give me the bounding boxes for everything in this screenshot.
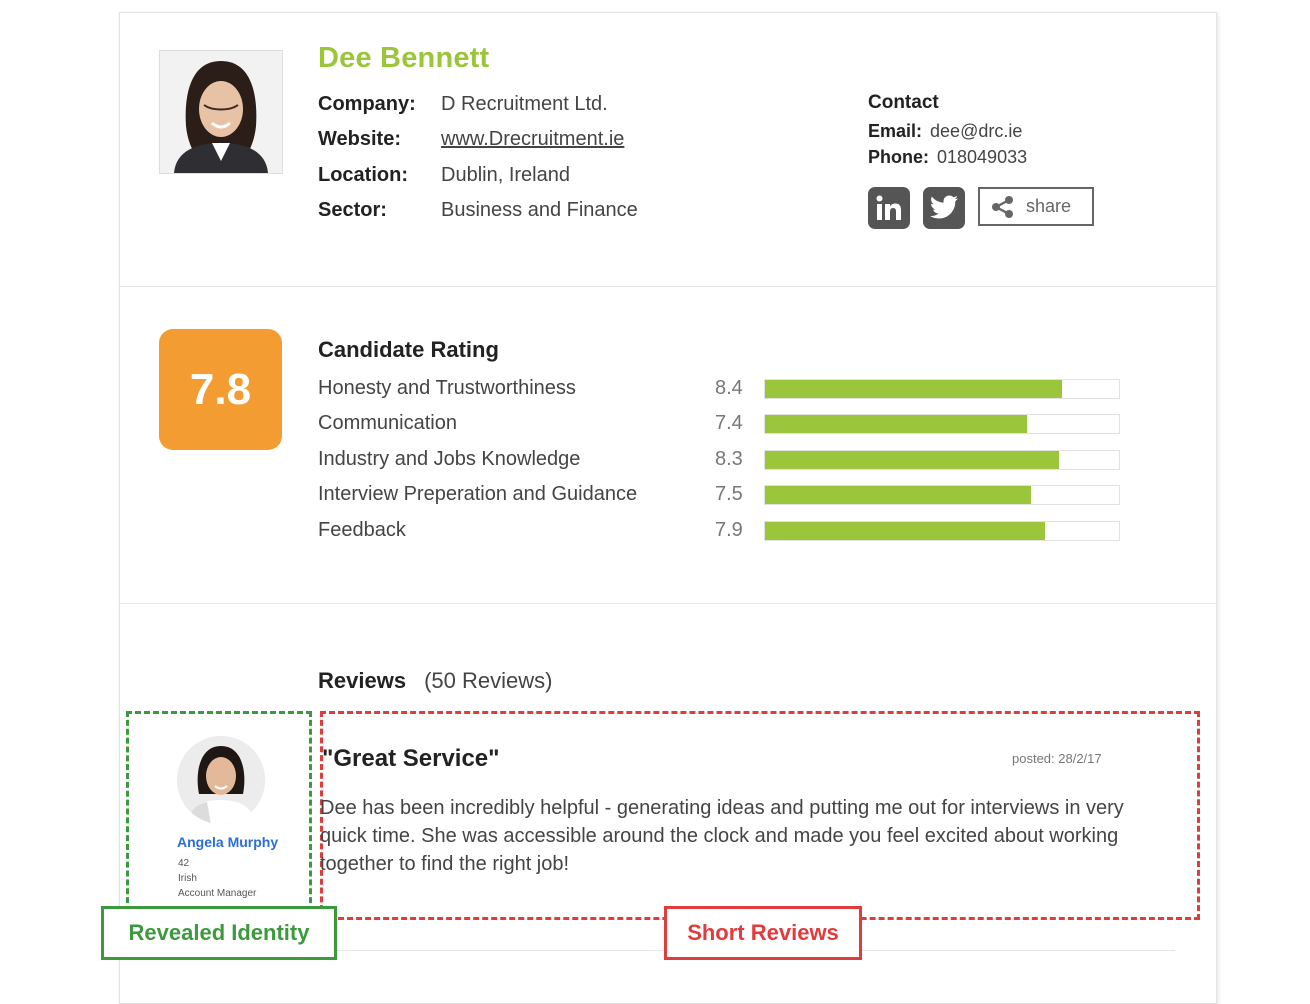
sector-label: Sector: <box>318 199 387 221</box>
reviewer-role: Account Manager <box>178 888 257 899</box>
reviewer-nationality: Irish <box>178 873 197 884</box>
linkedin-icon[interactable] <box>868 187 910 229</box>
rating-bar-track <box>764 521 1120 541</box>
rating-bar-track <box>764 450 1120 470</box>
email-label: Email: <box>868 121 923 141</box>
share-icon <box>992 195 1013 218</box>
reviewer-name[interactable]: Angela Murphy <box>177 834 278 850</box>
profile-photo <box>159 50 283 174</box>
phone-value: 018049033 <box>937 147 1028 167</box>
rating-bar-track <box>764 379 1120 399</box>
rating-bar-fill <box>765 415 1027 433</box>
company-value: D Recruitment Ltd. <box>441 93 608 115</box>
review-body: Dee has been incredibly helpful - genera… <box>320 797 1124 875</box>
rating-bar-fill <box>765 522 1045 540</box>
rating-title: Candidate Rating <box>318 337 499 362</box>
share-button[interactable]: share <box>978 187 1094 226</box>
website-row: Website: www.Drecruitment.ie <box>318 128 624 151</box>
rating-value: 7.5 <box>715 483 743 505</box>
reviews-header: Reviews (50 Reviews) <box>318 668 552 694</box>
rating-bar-track <box>764 414 1120 434</box>
rating-row: Communication 7.4 <box>318 409 1148 439</box>
rating-value: 8.4 <box>715 377 743 399</box>
short-reviews-label: Short Reviews <box>664 906 862 960</box>
rating-value: 8.3 <box>715 448 743 470</box>
twitter-icon[interactable] <box>923 187 965 229</box>
review-title: "Great Service" <box>322 745 500 772</box>
phone-row: Phone: 018049033 <box>868 147 1027 168</box>
location-value: Dublin, Ireland <box>441 164 570 186</box>
rating-value: 7.9 <box>715 519 743 541</box>
section-divider <box>119 603 1217 604</box>
rating-label: Honesty and Trustworthiness <box>318 377 576 399</box>
location-row: Location: Dublin, Ireland <box>318 164 570 187</box>
location-label: Location: <box>318 164 408 186</box>
rating-row: Industry and Jobs Knowledge 8.3 <box>318 445 1148 475</box>
website-label: Website: <box>318 128 401 150</box>
rating-bar-fill <box>765 451 1059 469</box>
reviewer-age: 42 <box>178 858 190 869</box>
rating-bar-fill <box>765 486 1031 504</box>
rating-row: Interview Preperation and Guidance 7.5 <box>318 480 1148 510</box>
phone-label: Phone: <box>868 147 929 167</box>
share-label: share <box>1026 196 1072 216</box>
reviewer-avatar <box>177 736 265 824</box>
rating-label: Feedback <box>318 519 406 541</box>
section-divider <box>119 286 1217 287</box>
reviews-count: (50 Reviews) <box>424 668 553 693</box>
email-row: Email: dee@drc.ie <box>868 121 1022 142</box>
rating-row: Feedback 7.9 <box>318 516 1148 546</box>
review-date: posted: 28/2/17 <box>1012 751 1102 766</box>
email-value[interactable]: dee@drc.ie <box>930 121 1022 141</box>
rating-bar-fill <box>765 380 1063 398</box>
website-link[interactable]: www.Drecruitment.ie <box>441 128 624 150</box>
sector-row: Sector: Business and Finance <box>318 199 638 222</box>
revealed-identity-label: Revealed Identity <box>101 906 337 960</box>
rating-label: Communication <box>318 412 457 434</box>
overall-score-badge: 7.8 <box>159 329 282 450</box>
contact-title: Contact <box>868 92 939 113</box>
rating-value: 7.4 <box>715 412 743 434</box>
rating-bar-track <box>764 485 1120 505</box>
reviews-title: Reviews <box>318 668 407 693</box>
rating-label: Industry and Jobs Knowledge <box>318 448 581 470</box>
company-row: Company: D Recruitment Ltd. <box>318 93 608 116</box>
sector-value: Business and Finance <box>441 199 638 221</box>
company-label: Company: <box>318 93 416 115</box>
rating-label: Interview Preperation and Guidance <box>318 483 638 505</box>
profile-name: Dee Bennett <box>318 42 490 74</box>
rating-row: Honesty and Trustworthiness 8.4 <box>318 374 1148 404</box>
